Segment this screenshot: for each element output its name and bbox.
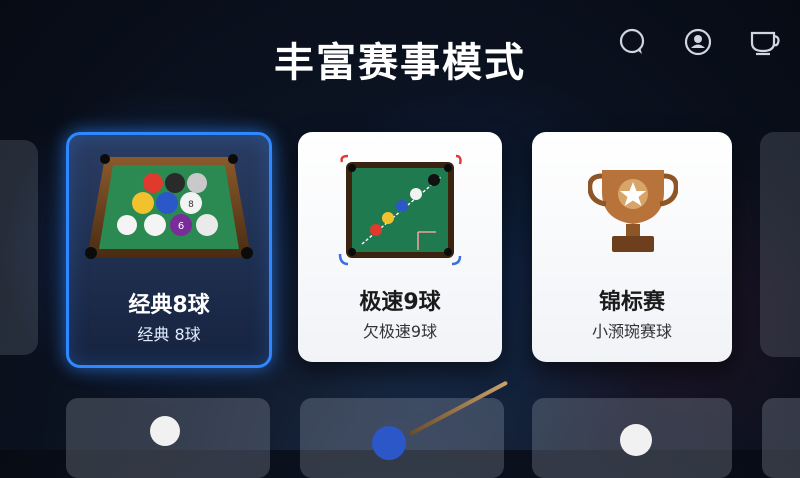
mode-card-bottom-4[interactable]: [762, 398, 800, 478]
mode-card-speed-9ball[interactable]: 极速9球 ⽋极速9球: [298, 132, 502, 362]
mode-subtitle: 小滪琬赛球: [591, 322, 672, 341]
ball-decoration: [372, 426, 406, 460]
pool-rack-illustration: 6 8: [83, 149, 255, 269]
mode-title: 极速9球: [359, 290, 441, 315]
mode-card-tournament[interactable]: 锦标赛 小滪琬赛球: [532, 132, 732, 362]
ball-decoration: [620, 424, 652, 456]
chat-icon[interactable]: [614, 24, 650, 60]
trophy-icon: [587, 162, 679, 262]
mode-card-next[interactable]: [760, 132, 800, 357]
profile-icon[interactable]: [680, 24, 716, 60]
mode-subtitle: ⽋极速9球: [362, 322, 438, 341]
pool-table-illustration: [338, 154, 462, 270]
cup-icon[interactable]: [746, 24, 782, 60]
mode-subtitle: 经典 8球: [137, 325, 201, 344]
top-toolbar: [614, 24, 782, 60]
mode-title: 经典8球: [128, 293, 210, 318]
mode-card-prev[interactable]: [0, 140, 38, 355]
mode-title: 锦标赛: [598, 290, 665, 315]
mode-card-classic-8ball[interactable]: 6 8 经典8球 经典 8球: [66, 132, 272, 368]
svg-text:6: 6: [178, 221, 184, 232]
ball-decoration: [150, 416, 180, 446]
svg-text:8: 8: [188, 200, 194, 210]
